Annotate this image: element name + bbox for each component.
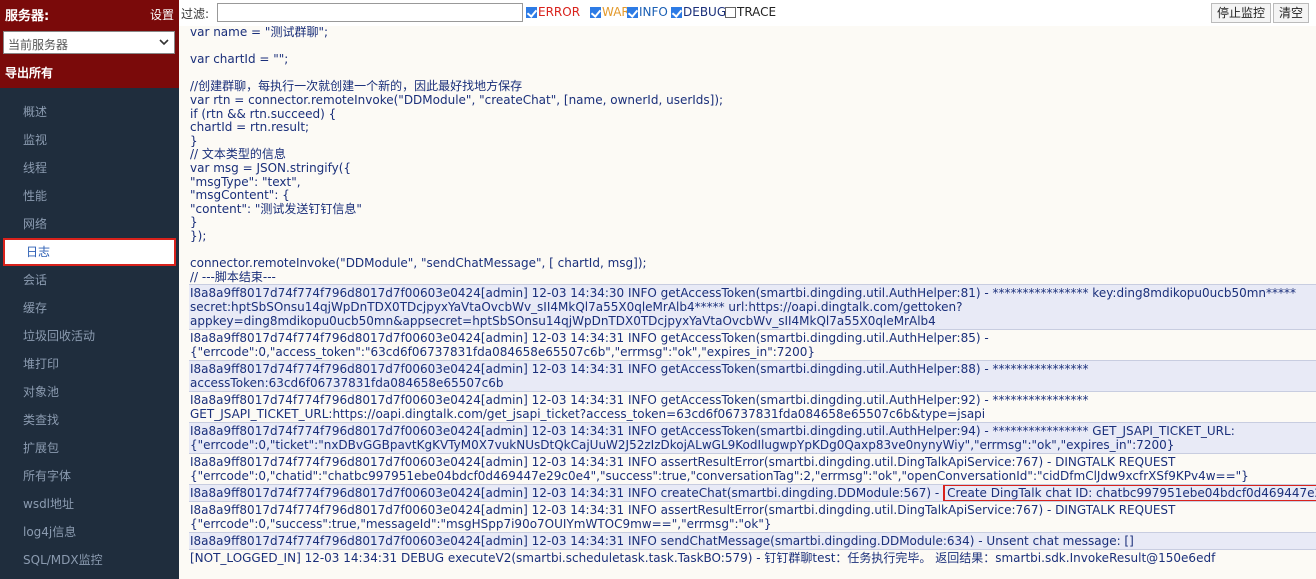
level-label: INFO xyxy=(639,5,668,19)
sidebar-item[interactable]: 对象池 xyxy=(0,378,179,406)
log-entry-line: GET_JSAPI_TICKET_URL:https://oapi.dingta… xyxy=(190,407,986,422)
sidebar: 服务器: 设置 当前服务器 导出所有 概述 监视 线程 性能 网络 日志 会话 缓存 垃圾回收活… xyxy=(0,0,179,579)
log-entry-line: I8a8a9ff8017d74f774f796d8017d7f00603e042… xyxy=(190,393,1089,408)
log-entry-line: I8a8a9ff8017d74f774f796d8017d7f00603e042… xyxy=(190,534,1134,549)
log-entry-line: {"errcode":0,"ticket":"nxDBvGGBpavtKgKVT… xyxy=(190,438,1175,453)
script-line: "msgContent": { xyxy=(190,188,290,203)
sidebar-item[interactable]: 日志 xyxy=(3,238,176,266)
sidebar-item[interactable]: 监视 xyxy=(0,126,179,154)
log-entry-line: I8a8a9ff8017d74f774f796d8017d7f00603e042… xyxy=(190,331,989,346)
checkbox-checked-icon xyxy=(627,7,638,18)
log-entry-line: accessToken:63cd6f06737831fda084658e6550… xyxy=(190,376,504,391)
checkbox-checked-icon xyxy=(590,7,601,18)
log-entry: I8a8a9ff8017d74f774f796d8017d7f00603e042… xyxy=(189,391,1316,422)
script-line: var name = "测试群聊"; xyxy=(190,26,329,39)
script-line: // 文本类型的信息 xyxy=(190,147,286,162)
sidebar-item[interactable]: 垃圾回收活动 xyxy=(0,322,179,350)
clear-button[interactable]: 清空 xyxy=(1273,3,1310,23)
level-checkbox-info[interactable]: INFO xyxy=(627,5,668,19)
log-entry-create-chat: I8a8a9ff8017d74f774f796d8017d7f00603e042… xyxy=(189,484,1316,502)
log-entry: I8a8a9ff8017d74f774f796d8017d7f00603e042… xyxy=(189,453,1316,484)
script-line: } xyxy=(190,215,198,230)
level-checkbox-error[interactable]: ERROR xyxy=(526,5,580,19)
log-panel[interactable]: var name = "测试群聊"; var chartId = ""; //创建群… xyxy=(179,26,1316,579)
log-entry: I8a8a9ff8017d74f774f796d8017d7f00603e042… xyxy=(189,532,1316,550)
script-line: var msg = JSON.stringify({ xyxy=(190,160,352,175)
sidebar-item[interactable]: 网络 xyxy=(0,210,179,238)
level-checkbox-debug[interactable]: DEBUG xyxy=(671,5,726,19)
log-entry-line: I8a8a9ff8017d74f774f796d8017d7f00603e042… xyxy=(190,286,1297,301)
log-entry-line: appkey=ding8mdikopu0ucb50mn&appsecret=hp… xyxy=(190,314,936,329)
sidebar-item[interactable]: log4j信息 xyxy=(0,518,179,546)
level-label: TRACE xyxy=(737,5,777,19)
script-line: //创建群聊，每执行一次就创建一个新的，因此最好找地方保存 xyxy=(190,79,523,94)
sidebar-item[interactable]: 所有字体 xyxy=(0,462,179,490)
log-entry-line: I8a8a9ff8017d74f774f796d8017d7f00603e042… xyxy=(190,455,1176,470)
script-line xyxy=(190,40,1316,54)
sidebar-header: 服务器: 设置 当前服务器 导出所有 xyxy=(0,0,179,88)
sidebar-item[interactable]: 线程 xyxy=(0,154,179,182)
log-entry: I8a8a9ff8017d74f774f796d8017d7f00603e042… xyxy=(189,422,1316,454)
log-entry-line: I8a8a9ff8017d74f774f796d8017d7f00603e042… xyxy=(190,424,1235,439)
log-entry-line: I8a8a9ff8017d74f774f796d8017d7f00603e042… xyxy=(190,362,1089,377)
script-line: connector.remoteInvoke("DDModule", "send… xyxy=(190,256,647,271)
log-entry-line: {"errcode":0,"success":true,"messageId":… xyxy=(190,517,772,532)
log-entry-line: secret:hptSbSOnsu14qjWpDnTDX0TDcjpyxYaVt… xyxy=(190,300,963,315)
script-line: chartId = rtn.result; xyxy=(190,120,310,135)
export-all-link[interactable]: 导出所有 xyxy=(5,64,53,81)
filter-input[interactable] xyxy=(217,3,523,22)
log-entry: I8a8a9ff8017d74f774f796d8017d7f00603e042… xyxy=(189,360,1316,392)
server-select-value: 当前服务器 xyxy=(8,38,69,52)
script-line: var chartId = ""; xyxy=(190,52,289,67)
log-entry: I8a8a9ff8017d74f774f796d8017d7f00603e042… xyxy=(189,284,1316,330)
sidebar-nav: 概述 监视 线程 性能 网络 日志 会话 缓存 垃圾回收活动 堆打印 对象池 类查找 扩展包 所有字体 ws… xyxy=(0,98,179,574)
toolbar: 过滤: ERROR WARN INFO DEBUG TRACE 停止监控 清空 xyxy=(179,0,1316,26)
log-entry: I8a8a9ff8017d74f774f796d8017d7f00603e042… xyxy=(189,501,1316,532)
level-label: DEBUG xyxy=(683,5,727,19)
script-line: } xyxy=(190,133,198,148)
sidebar-item[interactable]: 性能 xyxy=(0,182,179,210)
script-line: if (rtn && rtn.succeed) { xyxy=(190,106,337,121)
stop-monitor-button[interactable]: 停止监控 xyxy=(1211,3,1272,23)
log-entries: I8a8a9ff8017d74f774f796d8017d7f00603e042… xyxy=(179,284,1316,484)
checkbox-checked-icon xyxy=(526,7,537,18)
log-entry-text: I8a8a9ff8017d74f774f796d8017d7f00603e042… xyxy=(190,486,944,501)
sidebar-item[interactable]: 概述 xyxy=(0,98,179,126)
level-checkbox-trace[interactable]: TRACE xyxy=(725,5,776,19)
log-entries-after: I8a8a9ff8017d74f774f796d8017d7f00603e042… xyxy=(179,501,1316,566)
log-entry-line: [NOT_LOGGED_IN] 12-03 14:34:31 DEBUG exe… xyxy=(190,551,1216,566)
log-entry: I8a8a9ff8017d74f774f796d8017d7f00603e042… xyxy=(189,329,1316,360)
settings-link[interactable]: 设置 xyxy=(150,6,174,23)
log-entry-line: {"errcode":0,"chatid":"chatbc997951ebe04… xyxy=(190,469,1249,484)
checkbox-checked-icon xyxy=(671,7,682,18)
sidebar-item[interactable]: 堆打印 xyxy=(0,350,179,378)
log-entry-line: I8a8a9ff8017d74f774f796d8017d7f00603e042… xyxy=(190,503,1176,518)
sidebar-title: 服务器: xyxy=(5,9,50,24)
sidebar-item[interactable]: SQL/MDX监控 xyxy=(0,546,179,574)
chevron-down-icon xyxy=(159,39,169,46)
script-line: }); xyxy=(190,228,207,243)
script-block: var name = "测试群聊"; var chartId = ""; //创建群… xyxy=(179,26,1316,284)
checkbox-unchecked-icon xyxy=(725,7,736,18)
script-line: "content": "测试发送钉钉信息" xyxy=(190,201,362,216)
sidebar-item[interactable]: 扩展包 xyxy=(0,434,179,462)
script-line xyxy=(190,244,1316,258)
sidebar-item[interactable]: 类查找 xyxy=(0,406,179,434)
level-label: ERROR xyxy=(538,5,581,19)
chat-id-highlight: Create DingTalk chat ID: chatbc997951ebe… xyxy=(943,485,1316,502)
log-entry-line: {"errcode":0,"access_token":"63cd6f06737… xyxy=(190,345,815,360)
filter-label: 过滤: xyxy=(181,7,210,21)
script-line: // ---脚本结束--- xyxy=(190,269,276,284)
server-select[interactable]: 当前服务器 xyxy=(3,31,175,54)
sidebar-item[interactable]: 缓存 xyxy=(0,294,179,322)
script-line: var rtn = connector.remoteInvoke("DDModu… xyxy=(190,92,724,107)
log-entry: [NOT_LOGGED_IN] 12-03 14:34:31 DEBUG exe… xyxy=(189,549,1316,566)
sidebar-item[interactable]: wsdl地址 xyxy=(0,490,179,518)
sidebar-item[interactable]: 会话 xyxy=(0,266,179,294)
script-line: "msgType": "text", xyxy=(190,174,301,189)
